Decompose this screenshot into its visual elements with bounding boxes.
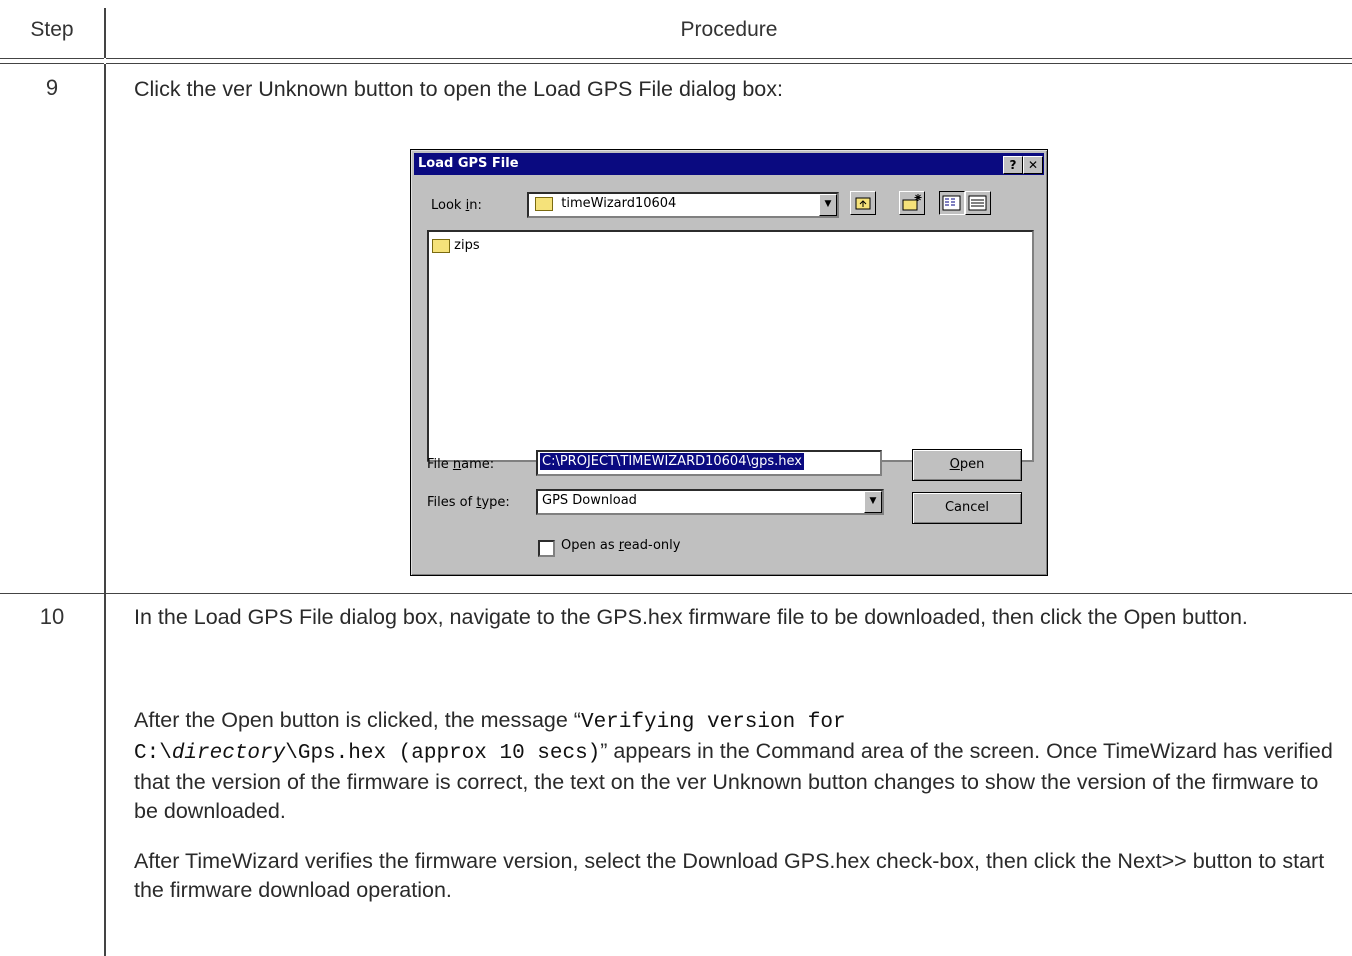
help-button[interactable]: ? xyxy=(1003,156,1023,174)
file-name-value: C:\PROJECT\TIMEWIZARD10604\gps.hex xyxy=(540,453,804,470)
files-of-type-label: Files of type: xyxy=(427,495,510,510)
header-rule xyxy=(0,58,104,59)
step-text: After TimeWizard verifies the firmware v… xyxy=(134,849,1325,902)
folder-open-icon xyxy=(535,196,553,211)
header-rule xyxy=(106,63,1352,64)
list-view-icon xyxy=(942,195,961,211)
file-name-field[interactable]: C:\PROJECT\TIMEWIZARD10604\gps.hex xyxy=(536,450,882,476)
column-header-procedure: Procedure xyxy=(680,18,778,41)
read-only-label[interactable]: Open as read-only xyxy=(561,538,680,553)
list-view-button[interactable] xyxy=(939,191,965,215)
chevron-down-icon[interactable]: ▼ xyxy=(819,194,837,216)
chevron-down-icon[interactable]: ▼ xyxy=(864,491,882,513)
folder-icon xyxy=(432,238,450,253)
files-of-type-value: GPS Download xyxy=(542,493,637,508)
row-divider xyxy=(0,593,1352,594)
open-button[interactable]: Open xyxy=(912,449,1022,481)
file-list[interactable]: zips xyxy=(427,230,1034,462)
dialog-titlebar[interactable]: Load GPS File ? ✕ xyxy=(414,153,1044,175)
look-in-value: timeWizard10604 xyxy=(561,196,677,211)
dialog-title: Load GPS File xyxy=(418,156,519,171)
load-gps-file-dialog: Load GPS File ? ✕ Look in: timeWizard106… xyxy=(410,149,1048,576)
up-one-level-button[interactable] xyxy=(850,191,876,215)
step-text: After the Open button is clicked, the me… xyxy=(134,708,1333,823)
look-in-combo[interactable]: timeWizard10604 ▼ xyxy=(527,192,839,218)
files-of-type-select[interactable]: GPS Download ▼ xyxy=(536,489,884,515)
procedure-table: Step Procedure 9 Click the ver Unknown b… xyxy=(0,0,1352,956)
details-view-icon xyxy=(968,195,987,211)
read-only-checkbox[interactable] xyxy=(538,540,555,557)
header-rule xyxy=(0,63,104,64)
look-in-label: Look in: xyxy=(431,198,482,213)
new-folder-icon xyxy=(902,194,922,211)
up-folder-icon xyxy=(855,197,871,210)
create-new-folder-button[interactable] xyxy=(899,191,925,215)
cancel-button[interactable]: Cancel xyxy=(912,492,1022,524)
close-button[interactable]: ✕ xyxy=(1023,156,1043,174)
list-item-label: zips xyxy=(454,238,480,253)
column-divider xyxy=(104,64,106,956)
step-number: 10 xyxy=(39,604,65,629)
step-number: 9 xyxy=(45,75,59,100)
file-name-label: File name: xyxy=(427,457,495,472)
header-rule xyxy=(106,58,1352,59)
step-text: In the Load GPS File dialog box, navigat… xyxy=(134,605,1248,629)
step-text: Click the ver Unknown button to open the… xyxy=(134,77,783,101)
column-header-step: Step xyxy=(30,18,74,41)
column-divider xyxy=(104,8,106,58)
list-item[interactable]: zips xyxy=(432,238,480,253)
details-view-button[interactable] xyxy=(965,191,991,215)
